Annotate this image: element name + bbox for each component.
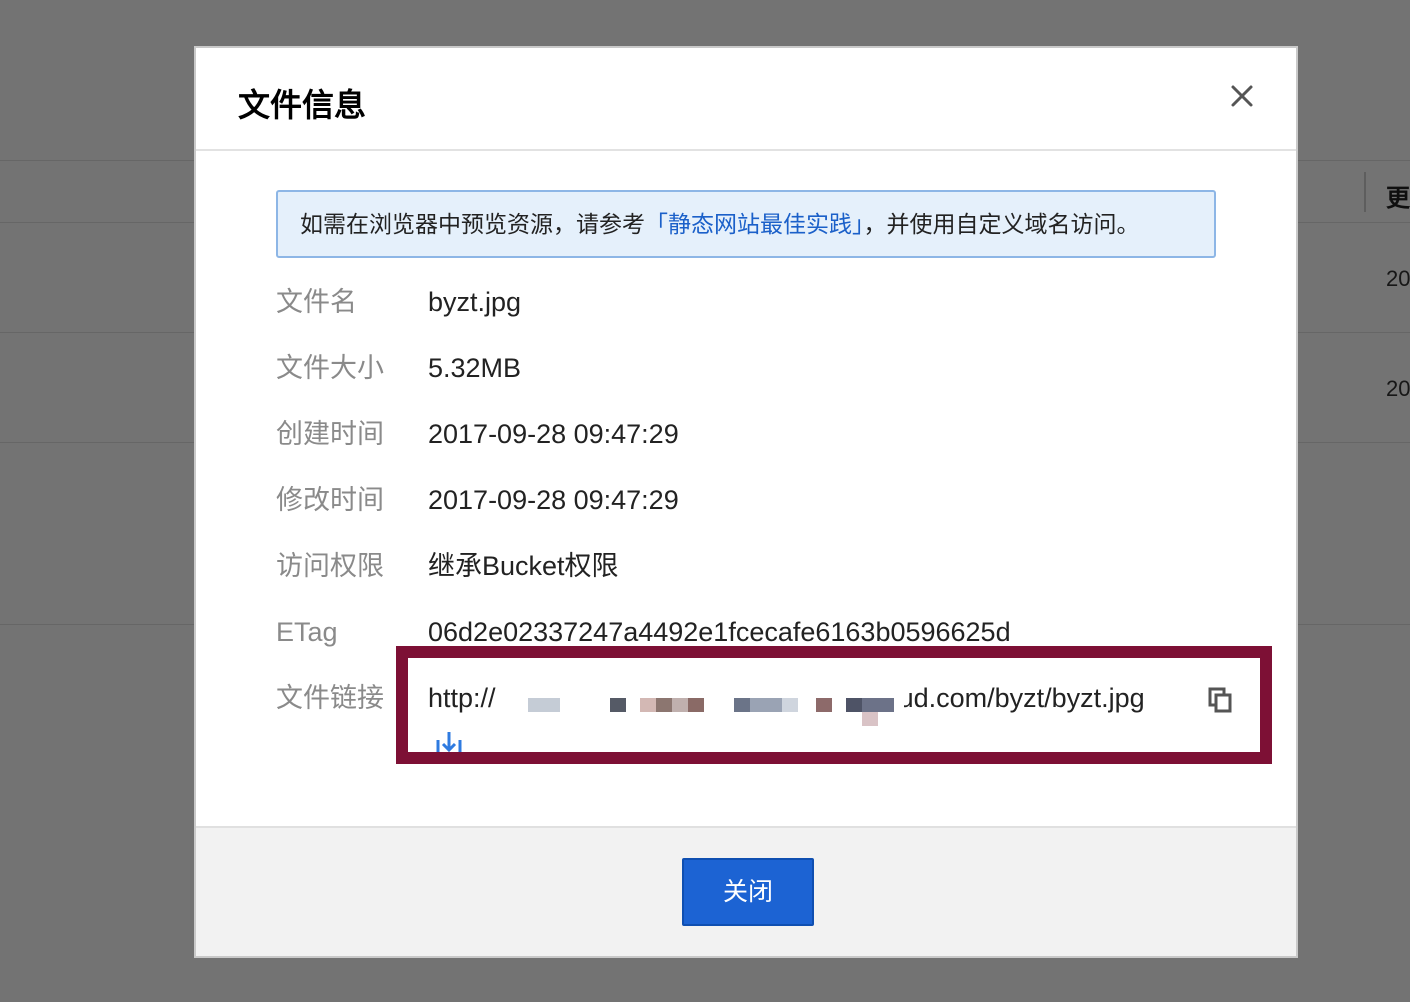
- notice-banner: 如需在浏览器中预览资源，请参考「静态网站最佳实践」，并使用自定义域名访问。: [276, 190, 1216, 258]
- field-label: 访问权限: [276, 551, 384, 581]
- notice-text: 如需在浏览器中预览资源，请参考: [300, 211, 645, 237]
- static-website-best-practice-link[interactable]: 「静态网站最佳实践」: [645, 211, 864, 237]
- dialog-title: 文件信息: [238, 87, 367, 123]
- close-button[interactable]: 关闭: [682, 858, 814, 926]
- highlight-annotation: [396, 646, 1272, 764]
- modified-time-value: 2017-09-28 09:47:29: [428, 485, 679, 515]
- field-label: 创建时间: [276, 419, 384, 449]
- close-icon[interactable]: [1228, 82, 1256, 110]
- dialog-footer: 关闭: [196, 826, 1296, 956]
- field-label: 修改时间: [276, 485, 384, 515]
- file-info-dialog: 文件信息 如需在浏览器中预览资源，请参考「静态网站最佳实践」，并使用自定义域名访…: [194, 46, 1298, 958]
- file-size-value: 5.32MB: [428, 353, 522, 383]
- field-label: 文件链接: [276, 683, 384, 713]
- dialog-header: 文件信息: [196, 48, 1296, 151]
- access-permission-value: 继承Bucket权限: [428, 551, 619, 581]
- field-label: 文件大小: [276, 353, 384, 383]
- file-name-value: byzt.jpg: [428, 287, 522, 317]
- field-label: 文件名: [276, 287, 357, 317]
- notice-text: ，并使用自定义域名访问。: [863, 211, 1140, 237]
- field-label: ETag: [276, 617, 338, 647]
- created-time-value: 2017-09-28 09:47:29: [428, 419, 679, 449]
